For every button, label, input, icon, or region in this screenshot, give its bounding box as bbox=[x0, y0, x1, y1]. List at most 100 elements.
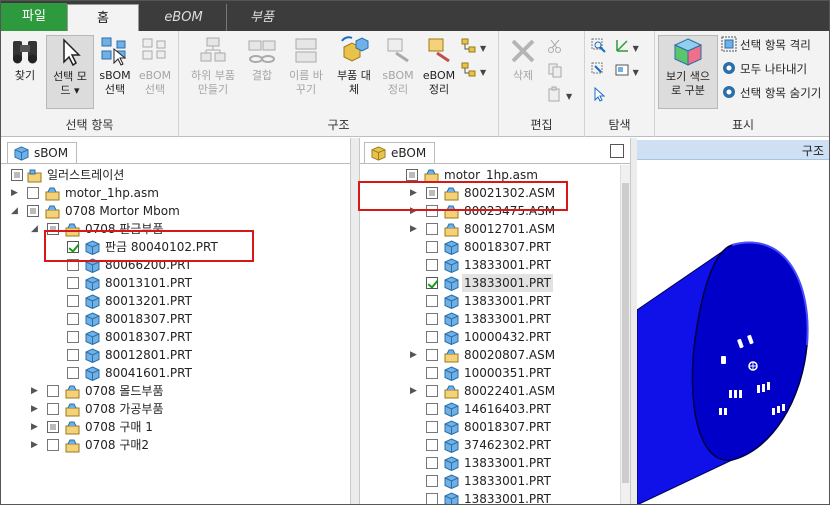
ebom-tree-row[interactable]: 13833001.PRT bbox=[360, 256, 620, 274]
expand-arrow-icon[interactable]: ▶ bbox=[31, 382, 41, 400]
sbom-tree-row[interactable]: ▶ 0708 구매 1 bbox=[1, 418, 341, 436]
ebom-scrollbar[interactable] bbox=[620, 165, 630, 504]
model-view-pane[interactable]: 구조 bbox=[637, 138, 830, 505]
collapse-tree-icon[interactable] bbox=[610, 144, 624, 158]
sbom-tree-row[interactable]: 일러스트레이션 bbox=[1, 166, 341, 184]
ebom-tree-row[interactable]: ▶ 80022401.ASM bbox=[360, 382, 620, 400]
row-checkbox[interactable] bbox=[426, 403, 438, 415]
collapse-arrow-icon[interactable]: ◢ bbox=[11, 202, 21, 220]
row-checkbox[interactable] bbox=[67, 331, 79, 343]
row-checkbox[interactable] bbox=[426, 259, 438, 271]
ebom-tree-row[interactable]: 13833001.PRT bbox=[360, 490, 620, 504]
row-checkbox[interactable] bbox=[426, 439, 438, 451]
hide-selected-button[interactable]: 선택 항목 숨기기 bbox=[721, 83, 821, 103]
ebom-tree-row[interactable]: 13833001.PRT bbox=[360, 454, 620, 472]
ebom-tree-row[interactable]: 10000351.PRT bbox=[360, 364, 620, 382]
row-checkbox[interactable] bbox=[67, 349, 79, 361]
ebom-tree-row[interactable]: 14616403.PRT bbox=[360, 400, 620, 418]
row-checkbox[interactable] bbox=[426, 385, 438, 397]
sbom-tab[interactable]: sBOM bbox=[7, 142, 78, 164]
row-checkbox[interactable] bbox=[426, 223, 438, 235]
row-checkbox[interactable] bbox=[426, 313, 438, 325]
expand-arrow-icon[interactable]: ▶ bbox=[410, 220, 420, 238]
sbom-tree-row[interactable]: 80013201.PRT bbox=[1, 292, 341, 310]
search-tool-1[interactable]: ▼ bbox=[591, 37, 639, 57]
row-checkbox[interactable] bbox=[426, 367, 438, 379]
sbom-tree-row[interactable]: 80013101.PRT bbox=[1, 274, 341, 292]
expand-arrow-icon[interactable]: ▶ bbox=[31, 418, 41, 436]
tab-home[interactable]: 홈 bbox=[67, 4, 139, 31]
tab-ebom[interactable]: eBOM bbox=[141, 4, 227, 31]
row-checkbox[interactable] bbox=[426, 241, 438, 253]
row-checkbox[interactable] bbox=[47, 403, 59, 415]
row-checkbox[interactable] bbox=[67, 277, 79, 289]
ebom-tree-row[interactable]: 10000432.PRT bbox=[360, 328, 620, 346]
sbom-tree-row[interactable]: ▶ 0708 가공부품 bbox=[1, 400, 341, 418]
row-checkbox[interactable] bbox=[11, 169, 23, 181]
find-button[interactable]: 찾기 bbox=[5, 35, 45, 83]
row-checkbox[interactable] bbox=[426, 493, 438, 504]
combine-button[interactable]: 결합 bbox=[243, 35, 281, 83]
row-checkbox[interactable] bbox=[47, 385, 59, 397]
sbom-tree-row[interactable]: ▶ 0708 몰드부품 bbox=[1, 382, 341, 400]
ebom-tree-row[interactable]: 80018307.PRT bbox=[360, 238, 620, 256]
motor-housing-3d-model[interactable] bbox=[637, 160, 830, 505]
ebom-tab[interactable]: eBOM bbox=[364, 142, 436, 164]
ebom-tree-row[interactable]: ▶ 80012701.ASM bbox=[360, 220, 620, 238]
row-checkbox[interactable] bbox=[27, 187, 39, 199]
row-checkbox[interactable] bbox=[67, 295, 79, 307]
row-checkbox[interactable] bbox=[426, 277, 438, 289]
view-color-button[interactable]: 보기 색으 로 구분 bbox=[658, 35, 718, 109]
sbom-tree-row[interactable]: 80018307.PRT bbox=[1, 310, 341, 328]
show-all-button[interactable]: 모두 나타내기 bbox=[721, 59, 807, 79]
sbom-tree-row[interactable]: 80041601.PRT bbox=[1, 364, 341, 382]
ebom-tree-row[interactable]: 37462302.PRT bbox=[360, 436, 620, 454]
sbom-tree-row[interactable]: 80018307.PRT bbox=[1, 328, 341, 346]
ebom-tree-row[interactable]: 13833001.PRT bbox=[360, 472, 620, 490]
row-checkbox[interactable] bbox=[426, 331, 438, 343]
search-tool-2[interactable]: ▼ bbox=[591, 61, 639, 81]
expand-arrow-icon[interactable]: ▶ bbox=[410, 382, 420, 400]
make-sub-part-button[interactable]: 하위 부품 만들기 bbox=[183, 35, 243, 97]
structure-tool-1[interactable]: ▼ bbox=[461, 37, 486, 57]
sbom-select-button[interactable]: sBOM 선택 bbox=[96, 35, 134, 97]
cut-button[interactable] bbox=[547, 37, 566, 57]
ebom-select-button[interactable]: eBOM 선택 bbox=[135, 35, 175, 97]
row-checkbox[interactable] bbox=[67, 313, 79, 325]
ebom-arrange-button[interactable]: eBOM 정리 bbox=[419, 35, 459, 97]
paste-button[interactable]: ▼ bbox=[547, 85, 572, 105]
expand-arrow-icon[interactable]: ▶ bbox=[11, 184, 21, 202]
expand-arrow-icon[interactable]: ▶ bbox=[410, 346, 420, 364]
ebom-tree-row[interactable]: 13833001.PRT bbox=[360, 292, 620, 310]
row-checkbox[interactable] bbox=[67, 367, 79, 379]
copy-button[interactable] bbox=[547, 61, 566, 81]
row-checkbox[interactable] bbox=[406, 169, 418, 181]
row-checkbox[interactable] bbox=[47, 439, 59, 451]
collapse-arrow-icon[interactable]: ◢ bbox=[31, 220, 41, 238]
expand-arrow-icon[interactable]: ▶ bbox=[31, 436, 41, 454]
row-checkbox[interactable] bbox=[47, 421, 59, 433]
ebom-tree-row[interactable]: ▶ 80020807.ASM bbox=[360, 346, 620, 364]
row-checkbox[interactable] bbox=[426, 421, 438, 433]
search-tool-3[interactable] bbox=[591, 85, 610, 105]
replace-part-button[interactable]: 부품 대 체 bbox=[331, 35, 377, 97]
ebom-tree-row[interactable]: 13833001.PRT bbox=[360, 274, 620, 292]
tab-part[interactable]: 부품 bbox=[227, 4, 297, 31]
sbom-tree-row[interactable]: ▶ 0708 구매2 bbox=[1, 436, 341, 454]
sbom-tree-row[interactable]: 80012801.PRT bbox=[1, 346, 341, 364]
row-checkbox[interactable] bbox=[426, 475, 438, 487]
tab-file[interactable]: 파일 bbox=[1, 3, 67, 31]
row-checkbox[interactable] bbox=[27, 205, 39, 217]
rename-button[interactable]: 이름 바 꾸기 bbox=[283, 35, 329, 97]
sbom-tree-row[interactable]: ▶ motor_1hp.asm bbox=[1, 184, 341, 202]
ebom-scrollbar-thumb[interactable] bbox=[622, 183, 629, 483]
expand-arrow-icon[interactable]: ▶ bbox=[31, 400, 41, 418]
structure-tool-2[interactable]: ▼ bbox=[461, 61, 486, 81]
row-checkbox[interactable] bbox=[426, 295, 438, 307]
ebom-tree-row[interactable]: 13833001.PRT bbox=[360, 310, 620, 328]
row-checkbox[interactable] bbox=[426, 349, 438, 361]
delete-button[interactable]: 삭제 bbox=[503, 35, 543, 83]
row-checkbox[interactable] bbox=[426, 457, 438, 469]
sbom-arrange-button[interactable]: sBOM 정리 bbox=[379, 35, 417, 97]
sbom-tree-row[interactable]: ◢ 0708 Mortor Mbom bbox=[1, 202, 341, 220]
